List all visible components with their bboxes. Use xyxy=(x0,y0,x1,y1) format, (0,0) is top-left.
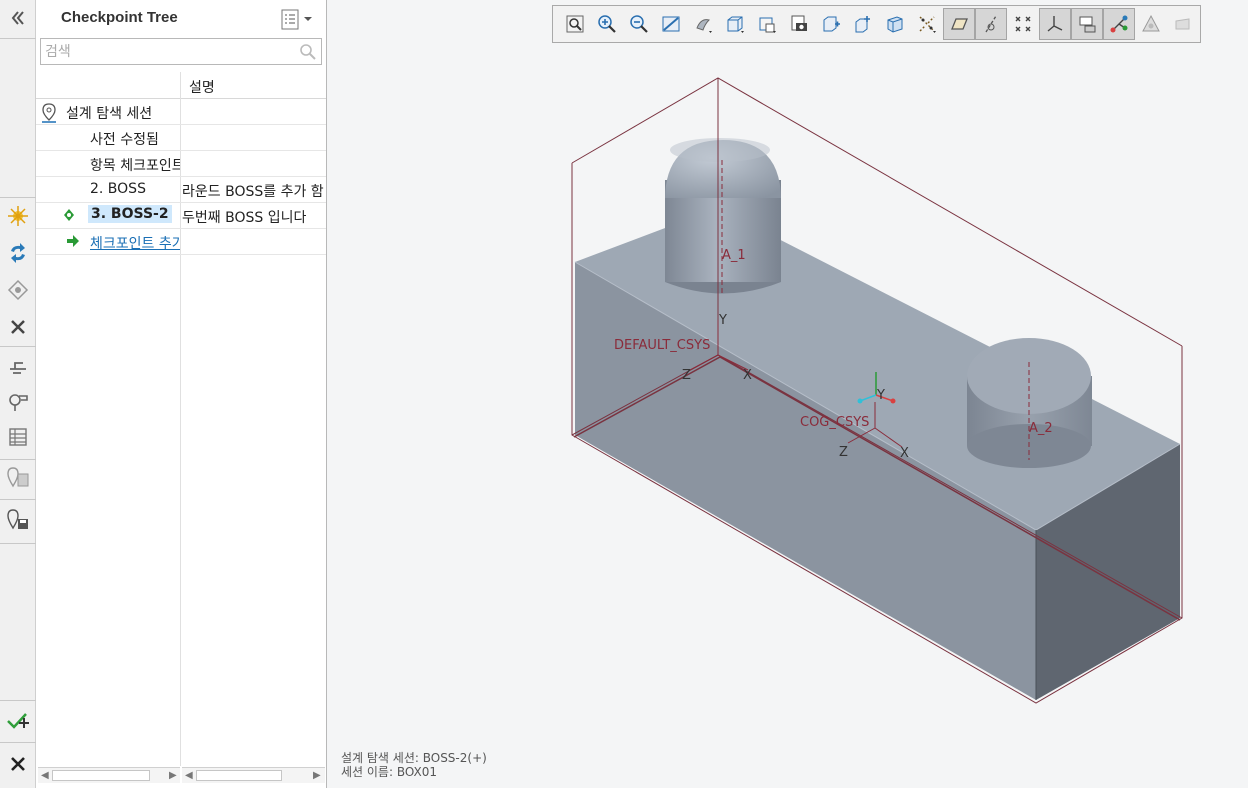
screenshot-icon[interactable] xyxy=(783,8,815,40)
tree-header xyxy=(36,72,326,99)
perspective-icon[interactable] xyxy=(879,8,911,40)
display-style-icon[interactable] xyxy=(751,8,783,40)
active-checkpoint-icon xyxy=(63,208,75,226)
scroll-left-icon[interactable]: ◀ xyxy=(41,770,49,781)
point-display-icon[interactable] xyxy=(1007,8,1039,40)
checkpoint-tree-panel: Checkpoint Tree 설명 설계 탐색 세션 사전 수정됨 항목 체크 xyxy=(36,0,327,788)
close-icon[interactable] xyxy=(2,311,34,343)
desc-column-scrollbar[interactable]: ◀ ▶ xyxy=(182,767,325,783)
repaint-icon[interactable] xyxy=(655,8,687,40)
table-icon[interactable] xyxy=(2,421,34,453)
branch-icon[interactable] xyxy=(2,349,34,381)
named-views-icon[interactable] xyxy=(815,8,847,40)
explore-icon[interactable] xyxy=(2,200,34,232)
refit-icon[interactable] xyxy=(559,8,591,40)
plane-display-icon[interactable] xyxy=(943,8,975,40)
datum-display-icon[interactable] xyxy=(911,8,943,40)
boss-1[interactable] xyxy=(665,138,781,294)
accept-icon[interactable] xyxy=(2,705,34,737)
tree-row-add-checkpoint[interactable]: 체크포인트 추가 xyxy=(36,229,326,255)
tree-item-desc: 라운드 BOSS를 추가 함 xyxy=(182,184,324,200)
default-x-label: X xyxy=(743,368,752,383)
csys-label-cog: COG_CSYS xyxy=(800,415,869,430)
session-status: 설계 탐색 세션: BOSS-2(+) 세션 이름: BOX01 xyxy=(341,751,487,779)
model-tree-icon[interactable] xyxy=(1103,8,1135,40)
tree-item-label: 사전 수정됨 xyxy=(90,132,159,148)
simulation-icon[interactable] xyxy=(1135,8,1167,40)
list-icon xyxy=(281,9,299,30)
csys-label-default: DEFAULT_CSYS xyxy=(614,338,710,353)
tree-item-label: 3. BOSS-2 xyxy=(88,205,172,223)
tree-row-premodified[interactable]: 사전 수정됨 xyxy=(36,125,326,151)
zoom-out-icon[interactable] xyxy=(623,8,655,40)
view-manager-icon[interactable] xyxy=(687,8,719,40)
search-input[interactable] xyxy=(41,39,291,64)
checkpoint-icon[interactable] xyxy=(2,274,34,306)
collapse-icon[interactable] xyxy=(2,2,34,34)
tree-row-session[interactable]: 설계 탐색 세션 xyxy=(36,99,326,125)
refresh-icon[interactable] xyxy=(2,237,34,269)
export-icon[interactable] xyxy=(2,462,34,494)
column-header-description[interactable]: 설명 xyxy=(189,77,215,97)
search-box xyxy=(40,38,322,65)
tree-item-label: 2. BOSS xyxy=(90,181,146,197)
tree-item-desc: 두번째 BOSS 입니다 xyxy=(182,210,307,226)
axis-display-icon[interactable] xyxy=(975,8,1007,40)
left-toolbar xyxy=(0,0,36,788)
arrow-right-icon xyxy=(66,234,80,252)
tree-options-button[interactable] xyxy=(280,7,320,31)
settings-icon[interactable] xyxy=(2,385,34,417)
add-checkpoint-link[interactable]: 체크포인트 추가 xyxy=(90,233,180,253)
scroll-right-icon[interactable]: ▶ xyxy=(169,770,177,781)
search-icon[interactable] xyxy=(299,43,317,65)
axis-label-a1: A_1 xyxy=(722,248,746,263)
scroll-thumb[interactable] xyxy=(52,770,150,781)
render-icon[interactable] xyxy=(1167,8,1199,40)
spin-center-icon[interactable] xyxy=(847,8,879,40)
tree-row-boss[interactable]: 2. BOSS 라운드 BOSS를 추가 함 xyxy=(36,177,326,203)
cog-z-label: Z xyxy=(839,445,848,460)
tree-row-checkpoint[interactable]: 항목 체크포인트 xyxy=(36,151,326,177)
graphics-viewport[interactable]: A_1 A_2 DEFAULT_CSYS COG_CSYS Y X Z Y X … xyxy=(327,0,1248,788)
cog-x-label: X xyxy=(900,446,909,461)
annotation-display-icon[interactable] xyxy=(1071,8,1103,40)
session-status-line: 설계 탐색 세션: BOSS-2(+) xyxy=(341,751,487,765)
default-y-label: Y xyxy=(718,313,727,328)
tree-item-label: 설계 탐색 세션 xyxy=(66,106,153,122)
scroll-left-icon[interactable]: ◀ xyxy=(185,770,193,781)
tree-row-boss-2[interactable]: 3. BOSS-2 두번째 BOSS 입니다 xyxy=(36,203,326,229)
csys-display-icon[interactable] xyxy=(1039,8,1071,40)
graphics-toolbar xyxy=(552,5,1201,43)
chevron-down-icon xyxy=(304,17,312,21)
panel-title: Checkpoint Tree xyxy=(61,9,178,26)
name-column-scrollbar[interactable]: ◀ ▶ xyxy=(38,767,180,783)
session-name-line: 세션 이름: BOX01 xyxy=(341,765,438,779)
cog-y-label: Y xyxy=(876,388,885,403)
zoom-in-icon[interactable] xyxy=(591,8,623,40)
app-window: Checkpoint Tree 설명 설계 탐색 세션 사전 수정됨 항목 체크 xyxy=(0,0,1248,788)
tree-item-label: 항목 체크포인트 xyxy=(90,158,180,174)
save-session-icon[interactable] xyxy=(2,504,34,536)
scroll-thumb[interactable] xyxy=(196,770,282,781)
axis-label-a2: A_2 xyxy=(1029,421,1053,436)
scroll-right-icon[interactable]: ▶ xyxy=(313,770,321,781)
location-pin-icon xyxy=(40,103,58,127)
model-canvas[interactable]: A_1 A_2 DEFAULT_CSYS COG_CSYS Y X Z Y X … xyxy=(327,0,1248,788)
cancel-icon[interactable] xyxy=(2,748,34,780)
saved-orientations-icon[interactable] xyxy=(719,8,751,40)
default-z-label: Z xyxy=(682,368,691,383)
